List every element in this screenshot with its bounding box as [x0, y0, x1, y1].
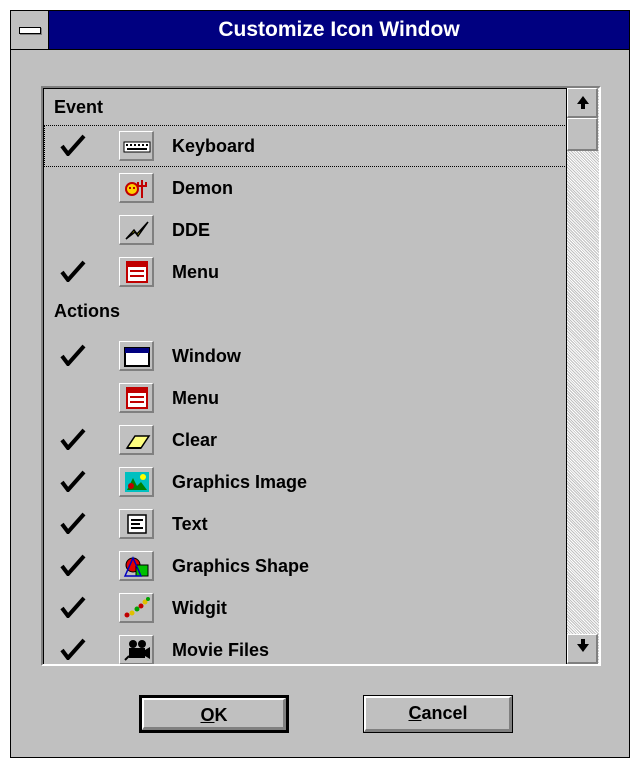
system-menu-icon [19, 27, 41, 34]
window-title: Customize Icon Window [218, 18, 460, 41]
checkmark-icon [60, 554, 86, 576]
title-bar[interactable]: Customize Icon Window [11, 11, 629, 50]
list-item-widgit[interactable]: Widgit [44, 587, 566, 629]
menu-icon [119, 383, 154, 413]
item-label: DDE [172, 220, 211, 240]
list-item-window[interactable]: Window [44, 335, 566, 377]
demon-icon [119, 173, 154, 203]
item-label: Widgit [172, 598, 227, 618]
checkmark-icon [60, 596, 86, 618]
item-label: Window [172, 346, 241, 366]
system-menu-button[interactable] [11, 11, 49, 49]
item-label: Menu [172, 262, 219, 282]
scroll-down-button[interactable] [567, 634, 598, 664]
item-label: Graphics Image [172, 472, 308, 492]
widgit-icon [119, 593, 154, 623]
list-item-demon[interactable]: Demon [44, 167, 566, 209]
checkmark-icon [60, 512, 86, 534]
graphics-image-icon [119, 467, 154, 497]
arrow-up-icon [577, 96, 589, 109]
list-item-graphics-image[interactable]: Graphics Image [44, 461, 566, 503]
checkmark-icon [60, 428, 86, 450]
arrow-down-icon [577, 639, 589, 652]
checkmark-icon [60, 134, 86, 156]
menu-icon [119, 257, 154, 287]
vertical-scrollbar[interactable] [566, 88, 599, 664]
checkmark-icon [60, 260, 86, 282]
dde-lightning-icon [119, 215, 154, 245]
list-item-keyboard[interactable]: Keyboard [44, 125, 566, 167]
item-label: Keyboard [172, 136, 256, 156]
ok-button[interactable]: OK [139, 695, 289, 733]
text-icon [119, 509, 154, 539]
list-item-menu-action[interactable]: Menu [44, 377, 566, 419]
section-label: Event [54, 97, 104, 117]
section-label: Actions [54, 301, 121, 321]
customize-icon-window: Customize Icon Window Event Keyboard Dem… [10, 10, 630, 758]
list-item-dde[interactable]: DDE [44, 209, 566, 251]
item-label: Menu [172, 388, 219, 408]
list-item-text[interactable]: Text [44, 503, 566, 545]
list-item-menu-event[interactable]: Menu [44, 251, 566, 293]
cancel-button[interactable]: Cancel [363, 695, 513, 733]
window-icon [119, 341, 154, 371]
movie-camera-icon [119, 635, 154, 664]
list-item-graphics-shape[interactable]: Graphics Shape [44, 545, 566, 587]
scroll-up-button[interactable] [567, 88, 598, 118]
graphics-shape-icon [119, 551, 154, 581]
checkmark-icon [60, 470, 86, 492]
scroll-thumb[interactable] [567, 118, 598, 151]
item-label: Movie Files [172, 640, 270, 660]
icon-list-box[interactable]: Event Keyboard Demon DDE Menu Actions Wi… [41, 86, 601, 666]
ok-button-label: OK [200, 705, 228, 725]
keyboard-icon [119, 131, 154, 161]
cancel-button-label: Cancel [408, 703, 468, 723]
item-label: Clear [172, 430, 218, 450]
section-header-actions: Actions [44, 293, 566, 335]
item-label: Text [172, 514, 208, 534]
list-item-movie-files[interactable]: Movie Files [44, 629, 566, 664]
checkmark-icon [60, 638, 86, 660]
icon-list[interactable]: Event Keyboard Demon DDE Menu Actions Wi… [43, 88, 566, 664]
list-item-clear[interactable]: Clear [44, 419, 566, 461]
checkmark-icon [60, 344, 86, 366]
eraser-icon [119, 425, 154, 455]
item-label: Demon [172, 178, 234, 198]
item-label: Graphics Shape [172, 556, 310, 576]
